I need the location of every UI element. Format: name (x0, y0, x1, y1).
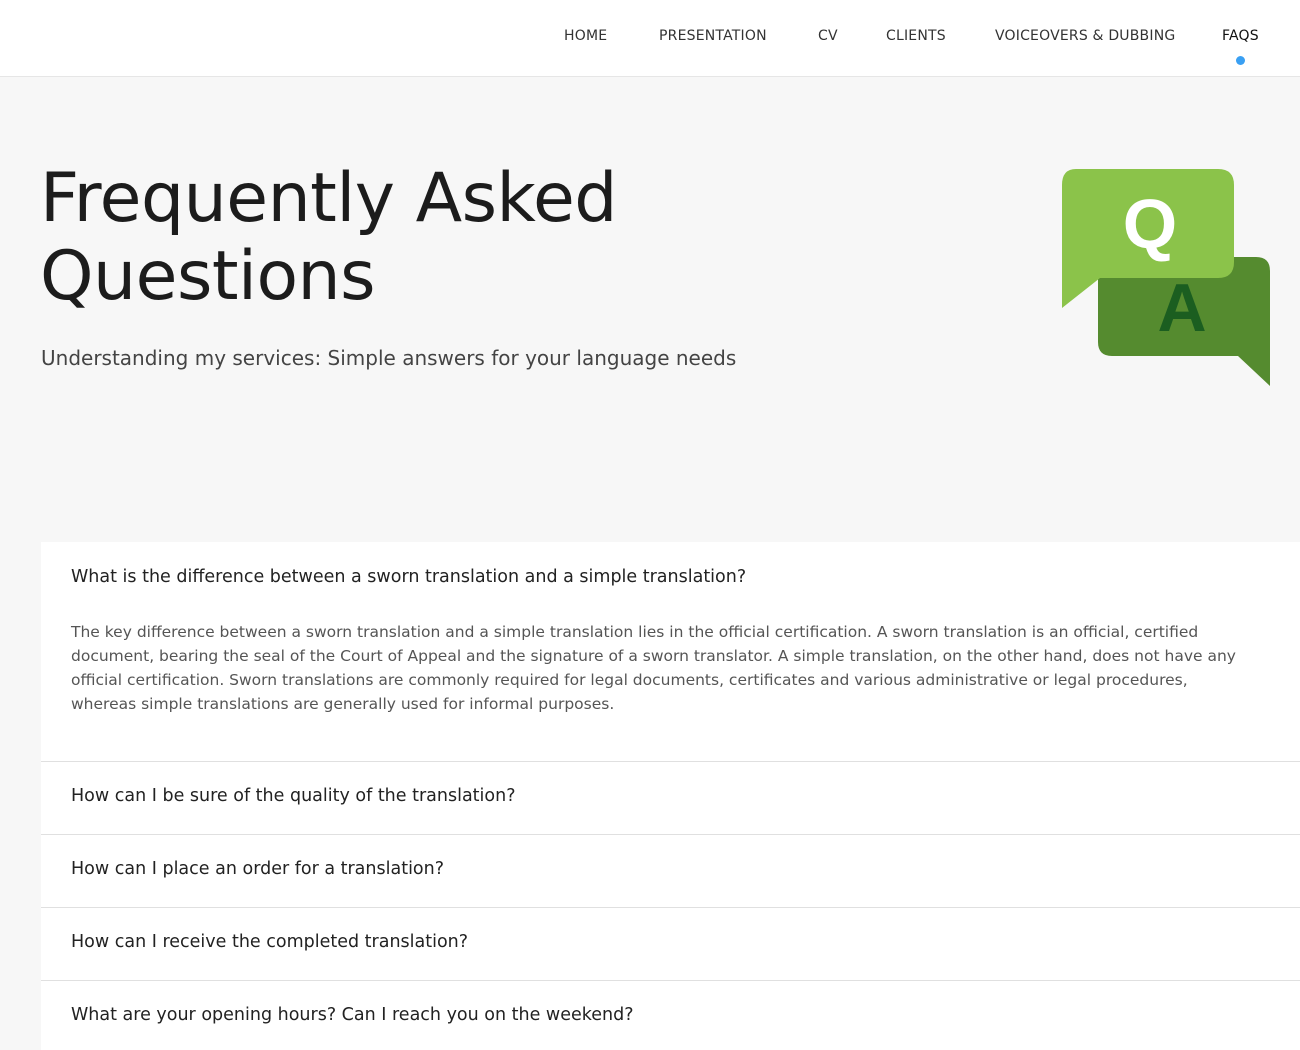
answer-letter: A (1157, 270, 1206, 346)
faq-item: How can I be sure of the quality of the … (41, 762, 1300, 835)
question-letter: Q (1123, 185, 1177, 263)
faq-question[interactable]: How can I place an order for a translati… (71, 859, 444, 879)
faq-item: How can I place an order for a translati… (41, 835, 1300, 908)
page-subtitle: Understanding my services: Simple answer… (41, 346, 737, 370)
faq-question[interactable]: What is the difference between a sworn t… (71, 567, 746, 587)
page-title-line-1: Frequently Asked (40, 159, 617, 238)
top-navigation-bar: HOME PRESENTATION CV CLIENTS VOICEOVERS … (0, 0, 1300, 77)
faq-answer: The key difference between a sworn trans… (71, 623, 1236, 713)
nav-clients-link[interactable]: CLIENTS (886, 28, 946, 44)
faq-accordion: What is the difference between a sworn t… (41, 542, 1300, 1050)
page-title-line-2: Questions (40, 237, 376, 316)
faq-item: What are your opening hours? Can I reach… (41, 981, 1300, 1050)
active-nav-indicator (1236, 56, 1245, 65)
faq-question[interactable]: What are your opening hours? Can I reach… (71, 1005, 634, 1025)
qa-speech-bubbles-icon: A Q (1062, 169, 1270, 386)
nav-faqs-link[interactable]: FAQS (1222, 28, 1259, 44)
faq-item-expanded: What is the difference between a sworn t… (41, 542, 1300, 762)
nav-home-link[interactable]: HOME (564, 28, 607, 44)
page-title: Frequently Asked Questions (40, 160, 740, 316)
nav-cv-link[interactable]: CV (818, 28, 838, 44)
faq-question[interactable]: How can I be sure of the quality of the … (71, 786, 516, 806)
nav-voiceovers-dubbing-link[interactable]: VOICEOVERS & DUBBING (995, 28, 1175, 44)
faq-item: How can I receive the completed translat… (41, 908, 1300, 981)
faq-question[interactable]: How can I receive the completed translat… (71, 932, 468, 952)
nav-presentation-link[interactable]: PRESENTATION (659, 28, 767, 44)
